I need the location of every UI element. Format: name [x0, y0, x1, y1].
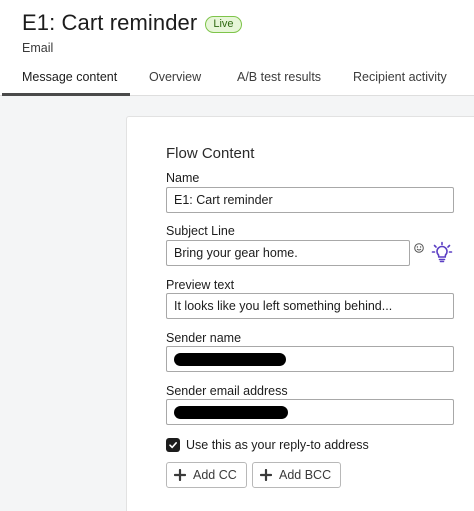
sender-email-label: Sender email address — [166, 384, 288, 398]
preview-text-label: Preview text — [166, 278, 235, 292]
page-title: E1: Cart reminder — [22, 10, 198, 35]
add-bcc-label: Add BCC — [279, 468, 332, 482]
lightbulb-icon[interactable] — [431, 241, 453, 263]
sender-name-input[interactable] — [166, 346, 454, 372]
subject-line-input[interactable]: Bring your gear home. — [166, 240, 410, 266]
add-cc-label: Add CC — [193, 468, 237, 482]
plus-icon — [174, 469, 186, 481]
title-row: E1: Cart reminder Live — [22, 10, 242, 36]
tab-bar: Message content Overview A/B test result… — [0, 62, 474, 96]
section-title: Flow Content — [166, 145, 255, 162]
add-cc-button[interactable]: Add CC — [166, 462, 247, 488]
reply-to-checkbox-row: Use this as your reply-to address — [166, 438, 369, 452]
page-subtitle: Email — [22, 41, 54, 55]
sender-name-label: Sender name — [166, 331, 242, 345]
sender-email-input[interactable] — [166, 399, 454, 425]
tab-message-content[interactable]: Message content — [22, 70, 117, 84]
name-label: Name — [166, 171, 200, 185]
status-badge: Live — [205, 15, 242, 33]
add-bcc-button[interactable]: Add BCC — [252, 462, 342, 488]
reply-to-label: Use this as your reply-to address — [186, 438, 369, 452]
page-header: E1: Cart reminder Live Email Message con… — [0, 0, 474, 96]
tab-overview[interactable]: Overview — [149, 70, 201, 84]
redacted-value — [174, 405, 288, 419]
tab-recipient-activity[interactable]: Recipient activity — [353, 70, 447, 84]
preview-text-input[interactable]: It looks like you left something behind.… — [166, 293, 454, 319]
redacted-value — [174, 352, 286, 366]
reply-to-checkbox[interactable] — [166, 438, 180, 452]
checkmark-icon — [169, 442, 177, 449]
subject-line-label: Subject Line — [166, 224, 235, 238]
smiley-icon[interactable] — [414, 243, 424, 253]
name-input[interactable]: E1: Cart reminder — [166, 187, 454, 213]
tab-ab-test-results[interactable]: A/B test results — [237, 70, 321, 84]
plus-icon — [260, 469, 272, 481]
